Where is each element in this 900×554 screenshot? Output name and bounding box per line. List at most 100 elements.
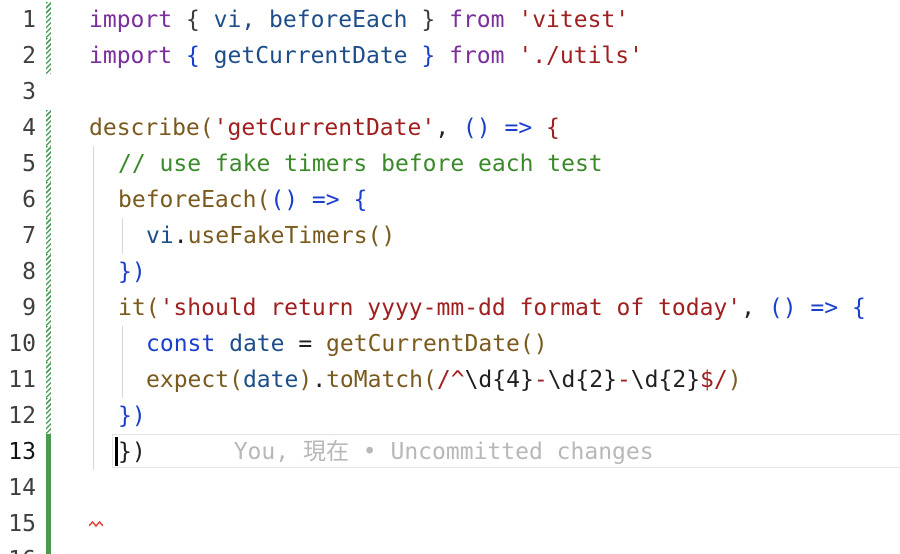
line-number: 13 (8, 439, 36, 465)
code-line-16[interactable]: 16 (0, 542, 900, 554)
paren-token: ) (727, 367, 742, 393)
gutter-added-marker[interactable] (46, 470, 51, 506)
line-number: 14 (8, 475, 36, 501)
regex-token: ^ (450, 367, 465, 393)
code-text[interactable]: import { vi, beforeEach } from 'vitest' (89, 2, 629, 38)
gutter-modified-marker[interactable] (46, 218, 51, 254)
regex-token: / (436, 367, 451, 393)
regex-token: - (616, 367, 631, 393)
code-line-13-active[interactable]: 13 }) You, 現在 • Uncommitted changes (0, 434, 900, 470)
code-text[interactable]: vi.useFakeTimers() (146, 218, 395, 254)
gutter-modified-marker[interactable] (46, 2, 51, 38)
code-text[interactable]: import { getCurrentDate } from './utils' (89, 38, 643, 74)
keyword-token: const (146, 331, 216, 357)
regex-token: \d (464, 367, 493, 393)
code-text[interactable]: }) (118, 398, 146, 434)
punct-token: , (435, 115, 463, 141)
keyword-token: import (89, 43, 173, 69)
code-line-3[interactable]: 3 (0, 74, 900, 110)
indent-guide (93, 290, 94, 326)
line-number: 15 (8, 511, 36, 537)
line-number: 1 (22, 7, 36, 33)
gutter-modified-marker[interactable] (46, 254, 51, 290)
paren-token: ( (423, 367, 437, 393)
line-number: 4 (22, 115, 36, 141)
code-line-9[interactable]: 9 it('should return yyyy-mm-dd format of… (0, 290, 900, 326)
code-text[interactable]: const date = getCurrentDate() (146, 326, 548, 362)
string-token: 'should return yyyy-mm-dd format of toda… (159, 295, 742, 321)
keyword-token: import (89, 7, 173, 33)
paren-token: ( (256, 187, 271, 213)
brace-token: { (851, 295, 866, 321)
gutter-modified-marker[interactable] (46, 38, 51, 74)
arrow-token: => (810, 295, 839, 321)
code-text[interactable]: expect(date).toMatch(/^\d{4}-\d{2}-\d{2}… (146, 362, 742, 398)
code-line-4[interactable]: 4 describe('getCurrentDate', () => { (0, 110, 900, 146)
string-token: 'vitest' (518, 7, 630, 33)
gutter-added-marker[interactable] (46, 542, 51, 554)
keyword-token: from (449, 7, 505, 33)
paren-token: () (768, 295, 797, 321)
code-line-5[interactable]: 5 // use fake timers before each test (0, 146, 900, 182)
gutter-modified-marker[interactable] (46, 398, 51, 434)
gutter-modified-marker[interactable] (46, 110, 51, 146)
paren-token: () (462, 115, 491, 141)
paren-token: ( (199, 115, 214, 141)
code-line-15[interactable]: 15 (0, 506, 900, 542)
line-number: 9 (22, 295, 36, 321)
line-number: 8 (22, 259, 36, 285)
code-line-8[interactable]: 8 }) (0, 254, 900, 290)
error-squiggle-icon (89, 520, 103, 528)
code-line-6[interactable]: 6 beforeEach(() => { (0, 182, 900, 218)
variable-token: vi (146, 223, 174, 249)
code-text[interactable]: }) You, 現在 • Uncommitted changes (118, 434, 654, 470)
arrow-token: => (311, 187, 340, 213)
regex-token: / (713, 367, 728, 393)
function-token: beforeEach (118, 187, 257, 213)
function-token: describe (89, 115, 200, 141)
code-text[interactable]: it('should return yyyy-mm-dd format of t… (118, 290, 866, 326)
brace-token: { (185, 7, 214, 33)
indent-guide (122, 218, 123, 254)
regex-token: {4} (492, 367, 534, 393)
brace-token: }) (118, 259, 146, 285)
code-text[interactable]: // use fake timers before each test (118, 146, 603, 182)
code-editor[interactable]: 1 import { vi, beforeEach } from 'vitest… (0, 0, 900, 554)
code-text[interactable]: beforeEach(() => { (118, 182, 367, 218)
indent-guide (93, 362, 94, 398)
code-line-11[interactable]: 11 expect(date).toMatch(/^\d{4}-\d{2}-\d… (0, 362, 900, 398)
code-line-14[interactable]: 14 (0, 470, 900, 506)
code-line-2[interactable]: 2 import { getCurrentDate } from './util… (0, 38, 900, 74)
git-blame-annotation: You, 現在 • Uncommitted changes (233, 439, 654, 465)
function-token: toMatch (326, 367, 423, 393)
code-line-10[interactable]: 10 const date = getCurrentDate() (0, 326, 900, 362)
paren-token: ( (229, 367, 243, 393)
code-text[interactable]: }) (118, 254, 146, 290)
line-number: 10 (8, 331, 36, 357)
code-line-12[interactable]: 12 }) (0, 398, 900, 434)
function-token: expect (146, 367, 230, 393)
gutter-added-marker[interactable] (46, 434, 51, 470)
code-text[interactable]: describe('getCurrentDate', () => { (89, 110, 560, 146)
variable-token: date (229, 331, 285, 357)
paren-token: () (270, 187, 299, 213)
punct-token: . (312, 367, 327, 393)
string-token: './utils' (518, 43, 643, 69)
line-number: 6 (22, 187, 36, 213)
gutter-modified-marker[interactable] (46, 362, 51, 398)
line-number: 2 (22, 43, 36, 69)
gutter-modified-marker[interactable] (46, 182, 51, 218)
line-number: 12 (8, 403, 36, 429)
line-number: 5 (22, 151, 36, 177)
paren-token: () (367, 223, 396, 249)
code-line-1[interactable]: 1 import { vi, beforeEach } from 'vitest… (0, 2, 900, 38)
line-number: 3 (22, 79, 36, 105)
code-line-7[interactable]: 7 vi.useFakeTimers() (0, 218, 900, 254)
gutter-modified-marker[interactable] (46, 146, 51, 182)
gutter-modified-marker[interactable] (46, 290, 51, 326)
arrow-token: => (504, 115, 533, 141)
function-token: useFakeTimers (187, 223, 368, 249)
indent-guide (93, 326, 94, 362)
gutter-modified-marker[interactable] (46, 326, 51, 362)
gutter-added-marker[interactable] (46, 506, 51, 542)
